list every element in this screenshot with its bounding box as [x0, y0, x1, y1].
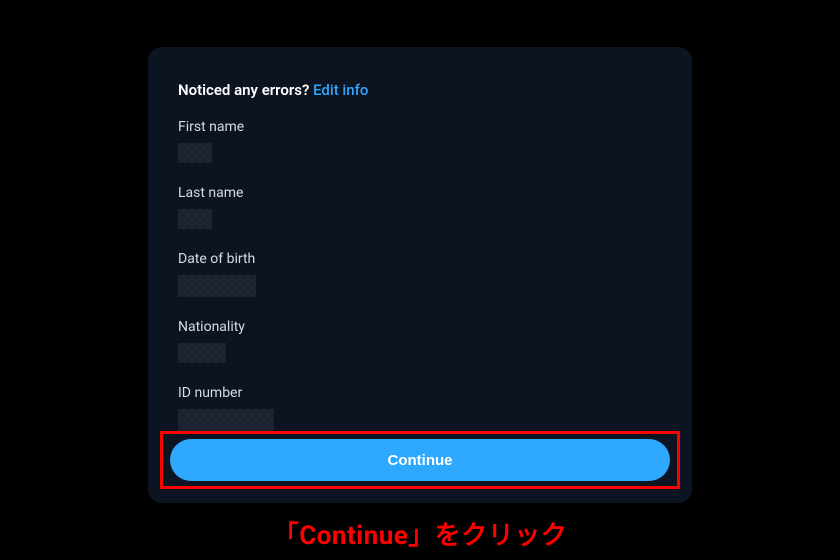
- dob-value-redacted: [178, 275, 256, 297]
- id-number-label: ID number: [178, 385, 662, 401]
- nationality-value-redacted: [178, 343, 226, 363]
- continue-button[interactable]: Continue: [170, 439, 670, 481]
- first-name-value-redacted: [178, 143, 212, 163]
- review-card: Noticed any errors? Edit info First name…: [148, 47, 692, 503]
- field-last-name: Last name: [178, 185, 662, 233]
- id-number-value-redacted: [178, 409, 274, 431]
- field-dob: Date of birth: [178, 251, 662, 301]
- first-name-label: First name: [178, 119, 662, 135]
- last-name-label: Last name: [178, 185, 662, 201]
- dob-label: Date of birth: [178, 251, 662, 267]
- annotation-caption: 「Continue」をクリック: [0, 515, 840, 552]
- field-nationality: Nationality: [178, 319, 662, 367]
- edit-info-link[interactable]: Edit info: [313, 81, 368, 99]
- field-first-name: First name: [178, 119, 662, 167]
- nationality-label: Nationality: [178, 319, 662, 335]
- prompt-line: Noticed any errors? Edit info: [178, 81, 662, 99]
- last-name-value-redacted: [178, 209, 212, 229]
- field-id-number: ID number: [178, 385, 662, 435]
- prompt-text: Noticed any errors?: [178, 81, 313, 99]
